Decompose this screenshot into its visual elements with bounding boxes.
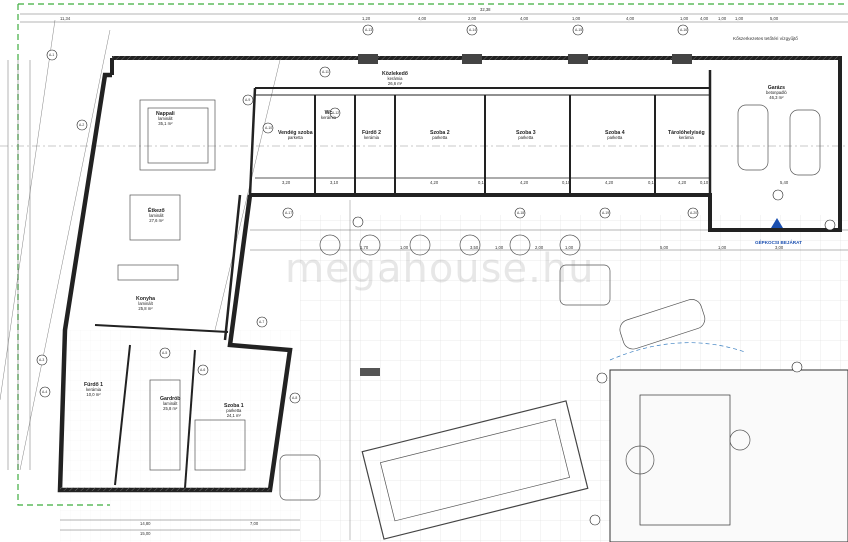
dim-top-total: 32,38 bbox=[480, 7, 491, 12]
room-label-kozlekedo: Közlekedő kerámia 26,6 m² bbox=[382, 71, 408, 86]
door-tag: A-16 bbox=[680, 28, 688, 32]
roof-note: Kőszerkezetes tetőtéri vízgyűjtő bbox=[733, 36, 798, 41]
door-tag: A-9 bbox=[245, 98, 251, 102]
door-tag: A-6 bbox=[200, 368, 206, 372]
door-tag: A-12 bbox=[332, 111, 340, 115]
door-tag: A-5 bbox=[162, 351, 168, 355]
door-tag: A-2 bbox=[79, 123, 85, 127]
door-tag: A-17 bbox=[285, 211, 293, 215]
dim-row: 0,10 bbox=[700, 180, 709, 185]
dim-row: 0,10 bbox=[648, 180, 657, 185]
door-tag: A-7 bbox=[259, 320, 265, 324]
dim-row: 4,20 bbox=[520, 180, 529, 185]
dim-top: 1,00 bbox=[680, 16, 689, 21]
dim-row: 4,20 bbox=[605, 180, 614, 185]
door-tag: A-20 bbox=[690, 211, 698, 215]
dim-top: 1,00 bbox=[735, 16, 744, 21]
door-tag: A-10 bbox=[265, 126, 273, 130]
dim-mid: 3,50 bbox=[470, 245, 479, 250]
room-label-tarolo: Tárolóhelyiség kerámia bbox=[668, 130, 705, 141]
room-label-furdo2: Fürdő 2 kerámia bbox=[362, 130, 382, 141]
room-label-furdo1: Fürdő 1 kerámia 10,0 m² bbox=[84, 382, 104, 397]
room-label-szoba3: Szoba 3 parketta bbox=[516, 130, 536, 141]
dim-mid: 5,00 bbox=[660, 245, 669, 250]
dim-mid: 1,00 bbox=[565, 245, 574, 250]
dim-row: 3,20 bbox=[282, 180, 291, 185]
dim-top: 4,00 bbox=[418, 16, 427, 21]
dim-mid: 1,70 bbox=[360, 245, 369, 250]
dim-row: 0,10 bbox=[478, 180, 487, 185]
dim-mid: 1,00 bbox=[400, 245, 409, 250]
watermark: megahouse.hu bbox=[285, 246, 595, 292]
dim-row: 5,40 bbox=[780, 180, 789, 185]
room-label-szoba2: Szoba 2 parketta bbox=[430, 130, 450, 141]
door-tag: A-14 bbox=[469, 28, 477, 32]
floor-plan: megahouse.hu Nappali laminált 35,1 m² Étke… bbox=[0, 0, 848, 542]
room-label-garazs: Garázs betonpadló 46,3 m² bbox=[766, 85, 787, 100]
dim-top: 1,20 bbox=[362, 16, 371, 21]
dim-mid: 2,00 bbox=[535, 245, 544, 250]
room-label-gardrob: Gardrób laminált 25,8 m² bbox=[160, 396, 181, 411]
dim-top: 11,34 bbox=[60, 16, 71, 21]
dim-row: 4,20 bbox=[678, 180, 687, 185]
dim-top: 2,00 bbox=[468, 16, 477, 21]
door-tag: A-4 bbox=[42, 390, 48, 394]
door-tag: A-8 bbox=[292, 396, 298, 400]
dim-row: 3,10 bbox=[330, 180, 339, 185]
door-tag: A-19 bbox=[602, 211, 610, 215]
room-label-konyha: Konyha laminált 25,8 m² bbox=[136, 296, 156, 311]
dim-top: 4,00 bbox=[626, 16, 635, 21]
dim-top: 1,00 bbox=[572, 16, 581, 21]
dim-mid: 3,00 bbox=[775, 245, 784, 250]
door-tag: A-1 bbox=[49, 53, 55, 57]
dim-bottom: 7,00 bbox=[250, 521, 259, 526]
door-tag: A-15 bbox=[575, 28, 583, 32]
room-label-etkezo: Étkező laminált 27,6 m² bbox=[148, 208, 165, 223]
dim-bottom: 15,00 bbox=[140, 531, 151, 536]
room-label-vendegszoba: Vendég szoba parketta bbox=[278, 130, 313, 141]
dim-row: 0,10 bbox=[562, 180, 571, 185]
dim-top: 4,00 bbox=[700, 16, 709, 21]
dim-mid: 1,00 bbox=[495, 245, 504, 250]
dim-top: 1,00 bbox=[718, 16, 727, 21]
room-label-szoba4: Szoba 4 parketta bbox=[605, 130, 625, 141]
dim-top: 4,00 bbox=[520, 16, 529, 21]
door-tag: A-18 bbox=[517, 211, 525, 215]
room-label-nappali: Nappali laminált 35,1 m² bbox=[156, 111, 175, 126]
dim-mid: 1,00 bbox=[718, 245, 727, 250]
door-tag: A-11 bbox=[322, 70, 329, 74]
door-tag: A-13 bbox=[365, 28, 373, 32]
door-tag: A-3 bbox=[39, 358, 45, 362]
room-label-szoba1: Szoba 1 parketta 24,1 m² bbox=[224, 403, 244, 418]
dim-top: 5,00 bbox=[770, 16, 779, 21]
dim-row: 4,20 bbox=[430, 180, 439, 185]
dim-bottom: 14,80 bbox=[140, 521, 151, 526]
